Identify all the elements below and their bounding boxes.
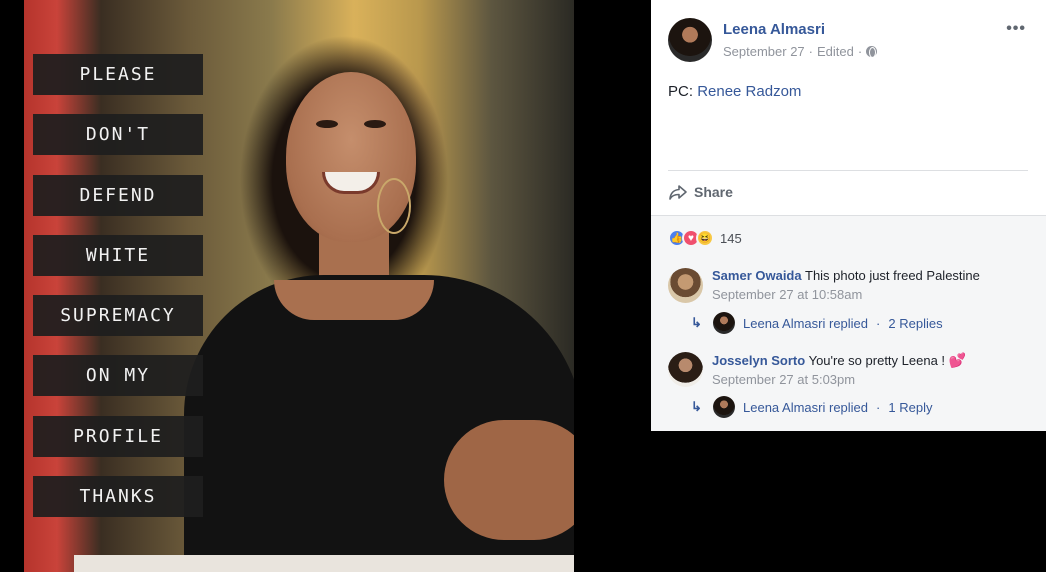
comment-text: You're so pretty Leena ! — [808, 353, 949, 368]
reply-arrow-icon: ↳ — [691, 315, 702, 330]
share-button[interactable]: Share — [668, 182, 733, 202]
reactions-summary[interactable]: 👍 ♥ 😆 145 — [668, 229, 742, 247]
photo-viewer: PLEASE DON'T DEFEND WHITE SUPREMACY ON M… — [0, 0, 651, 572]
overlay-word: SUPREMACY — [33, 295, 203, 337]
more-options-icon[interactable]: ••• — [1006, 20, 1026, 38]
tagged-person-link[interactable]: Renee Radzom — [697, 83, 801, 100]
overlay-word: PLEASE — [33, 54, 203, 95]
overlay-word-stack: PLEASE DON'T DEFEND WHITE SUPREMACY ON M… — [33, 54, 203, 536]
post-side-panel: Leena Almasri September 27 · Edited · ••… — [651, 0, 1046, 572]
overlay-word: ON MY — [33, 355, 203, 397]
meta-separator: · — [857, 44, 863, 59]
commenter-name[interactable]: Samer Owaida — [712, 268, 802, 283]
meta-separator: · — [808, 44, 814, 59]
reaction-count[interactable]: 145 — [720, 231, 742, 246]
post-caption: PC: Renee Radzom — [668, 83, 801, 100]
overlay-word: DEFEND — [33, 174, 203, 216]
share-icon — [669, 185, 687, 200]
haha-icon: 😆 — [696, 229, 714, 247]
reply-author: Leena Almasri replied — [743, 399, 869, 415]
comments-section: 👍 ♥ 😆 145 Samer Owaida This photo just f… — [651, 215, 1046, 431]
photo-earring — [377, 178, 411, 234]
edited-label[interactable]: Edited — [817, 44, 854, 59]
author-avatar[interactable] — [668, 18, 712, 62]
divider — [668, 170, 1028, 171]
comment-body: Samer Owaida This photo just freed Pales… — [712, 268, 1032, 303]
commenter-name[interactable]: Josselyn Sorto — [712, 353, 805, 368]
photo-smile — [322, 172, 380, 194]
reply-count: 2 Replies — [888, 315, 943, 331]
comment-body: Josselyn Sorto You're so pretty Leena ! … — [712, 352, 1032, 388]
view-replies-link[interactable]: ↳ Leena Almasri replied · 2 Replies — [691, 312, 943, 334]
photo-arm — [444, 420, 574, 540]
commenter-avatar[interactable] — [668, 268, 703, 303]
overlay-word: DON'T — [33, 114, 203, 156]
reply-avatar — [713, 312, 735, 334]
comment-timestamp[interactable]: September 27 at 5:03pm — [712, 372, 1032, 388]
photo-table — [74, 555, 574, 572]
post-author-name[interactable]: Leena Almasri — [723, 21, 825, 38]
reply-avatar — [713, 396, 735, 418]
reply-count: 1 Reply — [888, 399, 933, 415]
globe-icon[interactable] — [866, 46, 878, 58]
reply-separator: · — [876, 315, 881, 331]
overlay-word: PROFILE — [33, 415, 203, 457]
caption-prefix: PC: — [668, 83, 698, 100]
post-meta: September 27 · Edited · — [723, 44, 878, 59]
reply-separator: · — [876, 399, 881, 415]
commenter-avatar[interactable] — [668, 352, 703, 387]
reply-author: Leena Almasri replied — [743, 315, 869, 331]
photo-shoulder — [274, 280, 434, 320]
two-hearts-icon: 💕 — [948, 352, 967, 368]
reply-arrow-icon: ↳ — [691, 399, 702, 414]
post-header-card: Leena Almasri September 27 · Edited · ••… — [651, 0, 1046, 215]
overlay-word: THANKS — [33, 476, 203, 518]
view-replies-link[interactable]: ↳ Leena Almasri replied · 1 Reply — [691, 396, 932, 418]
photo-eye-right — [364, 120, 386, 128]
share-label: Share — [694, 184, 733, 200]
post-date[interactable]: September 27 — [723, 44, 805, 59]
comment-timestamp[interactable]: September 27 at 10:58am — [712, 287, 1032, 303]
photo-eye-left — [316, 120, 338, 128]
overlay-word: WHITE — [33, 234, 203, 276]
comment-text: This photo just freed Palestine — [805, 268, 980, 283]
